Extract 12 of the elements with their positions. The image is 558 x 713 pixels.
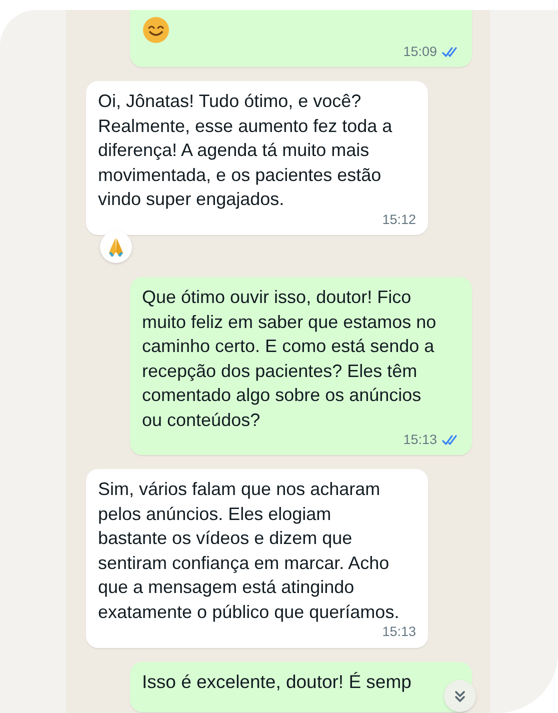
message-text: Que ótimo ouvir isso, doutor! Fico muito feliz em saber que estamos no caminho certo. E como está sendo a recepção dos pacientes? Eles têm comentado algo sobre os anúncios ou conteúdos? (142, 286, 438, 432)
praying-hands-icon (107, 236, 125, 258)
message-text: Sim, vários falam que nos acharam pelos anúncios. Eles elogiam bastante os vídeos e dizem que sentiram confiança em marcar. Acho que a mensagem está atingindo exatamente o público que queríamos. (98, 478, 400, 624)
double-chevron-down-icon (453, 689, 467, 703)
message-time: 15:12 (382, 210, 416, 229)
message-time: 15:13 (403, 431, 437, 449)
reaction-badge[interactable] (100, 231, 132, 263)
message-time: 15:13 (382, 623, 416, 642)
message-text: Isso é excelente, doutor! É semp (142, 670, 412, 694)
smiling-face-icon (142, 16, 170, 44)
message-time: 15:09 (403, 43, 437, 61)
message-text: Oi, Jônatas! Tudo ótimo, e você? Realmente, esse aumento fez toda a diferença! A agenda tá muito mais movimentada, e os pacientes estão vindo super engajados. (98, 90, 394, 212)
